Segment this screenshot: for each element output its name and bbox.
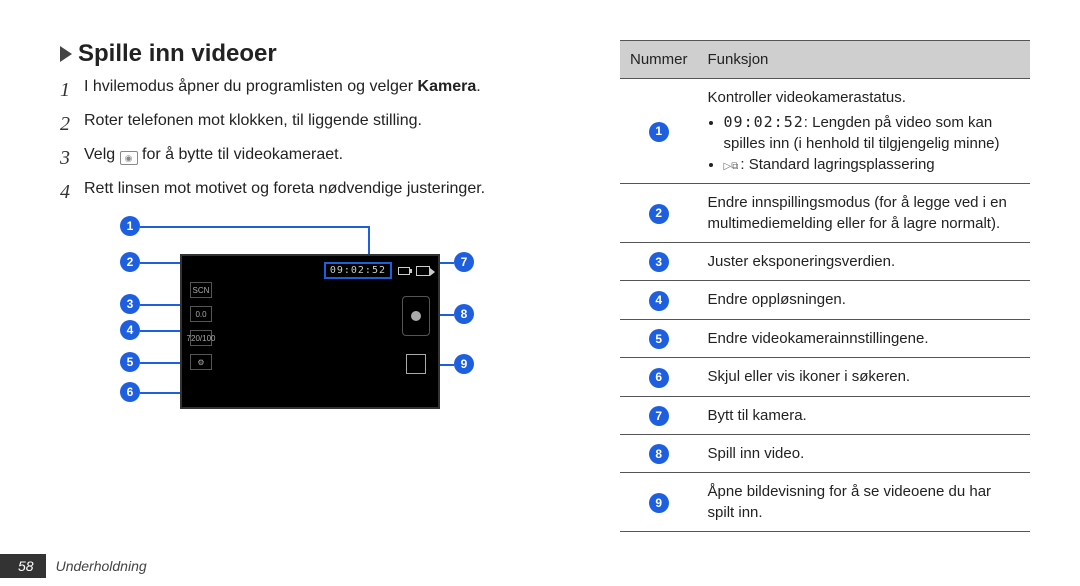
step-number: 4 xyxy=(60,178,74,206)
row5-text: Endre videokamerainnstillingene. xyxy=(698,319,1030,357)
exposure-icon: 0.0 xyxy=(190,306,212,322)
row-badge-6: 6 xyxy=(649,368,669,388)
viewfinder-screen: 09:02:52 SCN 0.0 720/100 ⚙ xyxy=(180,254,440,409)
function-table: Nummer Funksjon 1 Kontroller videokamera… xyxy=(620,40,1030,532)
step-text-part: . xyxy=(476,78,480,95)
row8-text: Spill inn video. xyxy=(698,435,1030,473)
row1-li2-text: : Standard lagringsplassering xyxy=(740,156,934,173)
row6-text: Skjul eller vis ikoner i søkeren. xyxy=(698,358,1030,396)
table-head-function: Funksjon xyxy=(698,41,1030,79)
step-1: 1 I hvilemodus åpner du programlisten og… xyxy=(60,76,580,104)
row9-text: Åpne bildevisning for å se videoene du h… xyxy=(698,473,1030,532)
row3-text: Juster eksponeringsverdien. xyxy=(698,243,1030,281)
step-4: 4 Rett linsen mot motivet og foreta nødv… xyxy=(60,178,580,206)
row2-text: Endre innspillingsmodus (for å legge ved… xyxy=(698,184,1030,243)
step-text: Rett linsen mot motivet og foreta nødven… xyxy=(84,178,485,200)
step-number: 2 xyxy=(60,110,74,138)
settings-icon: ⚙ xyxy=(190,354,212,370)
step-number: 1 xyxy=(60,76,74,104)
callout-4: 4 xyxy=(120,320,140,340)
row1-li1: 09:02:52: Lengden på video som kan spill… xyxy=(724,112,1020,154)
step-text: I hvilemodus åpner du programlisten og v… xyxy=(84,76,481,98)
gallery-button xyxy=(406,354,426,374)
row-badge-8: 8 xyxy=(649,444,669,464)
steps-list: 1 I hvilemodus åpner du programlisten og… xyxy=(60,76,580,206)
row-badge-1: 1 xyxy=(649,122,669,142)
camcorder-mode-icon xyxy=(416,266,430,276)
row7-text: Bytt til kamera. xyxy=(698,396,1030,434)
step-text-part: Velg xyxy=(84,146,120,163)
step-text-part: I hvilemodus åpner du programlisten og v… xyxy=(84,78,418,95)
callout-1: 1 xyxy=(120,216,140,236)
row4-text: Endre oppløsningen. xyxy=(698,281,1030,319)
kamera-bold: Kamera xyxy=(418,78,477,95)
page-footer: 58 Underholdning xyxy=(0,554,147,578)
step-3: 3 Velg for å bytte til videokameraet. xyxy=(60,144,580,172)
viewfinder-diagram: 1 2 3 4 5 6 7 8 9 09:02:52 SCN xyxy=(150,224,490,424)
step-text-part: for å bytte til videokameraet. xyxy=(142,146,343,163)
table-row: 6 Skjul eller vis ikoner i søkeren. xyxy=(620,358,1030,396)
section-caret-icon xyxy=(60,46,72,62)
section-heading: Spille inn videoer xyxy=(78,40,277,68)
camera-switch-icon xyxy=(120,151,138,165)
recording-length-indicator: 09:02:52 xyxy=(324,262,392,279)
table-row: 4 Endre oppløsningen. xyxy=(620,281,1030,319)
callout-8: 8 xyxy=(454,304,474,324)
row-badge-4: 4 xyxy=(649,291,669,311)
row-badge-7: 7 xyxy=(649,406,669,426)
row1-intro: Kontroller videokamerastatus. xyxy=(708,89,906,106)
table-row: 3 Juster eksponeringsverdien. xyxy=(620,243,1030,281)
callout-9: 9 xyxy=(454,354,474,374)
recording-mode-icon: SCN xyxy=(190,282,212,298)
battery-icon xyxy=(398,267,410,275)
table-row: 7 Bytt til kamera. xyxy=(620,396,1030,434)
callout-6: 6 xyxy=(120,382,140,402)
row-badge-3: 3 xyxy=(649,252,669,272)
callout-3: 3 xyxy=(120,294,140,314)
callout-2: 2 xyxy=(120,252,140,272)
row-badge-9: 9 xyxy=(649,493,669,513)
table-row: 9 Åpne bildevisning for å se videoene du… xyxy=(620,473,1030,532)
table-head-number: Nummer xyxy=(620,41,698,79)
section-name: Underholdning xyxy=(56,558,147,574)
callout-7: 7 xyxy=(454,252,474,272)
step-number: 3 xyxy=(60,144,74,172)
page-number: 58 xyxy=(0,554,46,578)
step-2: 2 Roter telefonen mot klokken, til ligge… xyxy=(60,110,580,138)
resolution-icon: 720/100 xyxy=(190,330,212,346)
step-text: Velg for å bytte til videokameraet. xyxy=(84,144,343,166)
record-button xyxy=(402,296,430,336)
step-text: Roter telefonen mot klokken, til liggend… xyxy=(84,110,422,132)
row1-li2: : Standard lagringsplassering xyxy=(724,154,1020,175)
row-badge-2: 2 xyxy=(649,204,669,224)
table-row: 5 Endre videokamerainnstillingene. xyxy=(620,319,1030,357)
table-row: 2 Endre innspillingsmodus (for å legge v… xyxy=(620,184,1030,243)
table-row: 8 Spill inn video. xyxy=(620,435,1030,473)
storage-icon xyxy=(724,156,741,173)
row-badge-5: 5 xyxy=(649,329,669,349)
callout-5: 5 xyxy=(120,352,140,372)
time-example: 09:02:52 xyxy=(724,113,804,131)
table-row: 1 Kontroller videokamerastatus. 09:02:52… xyxy=(620,79,1030,184)
